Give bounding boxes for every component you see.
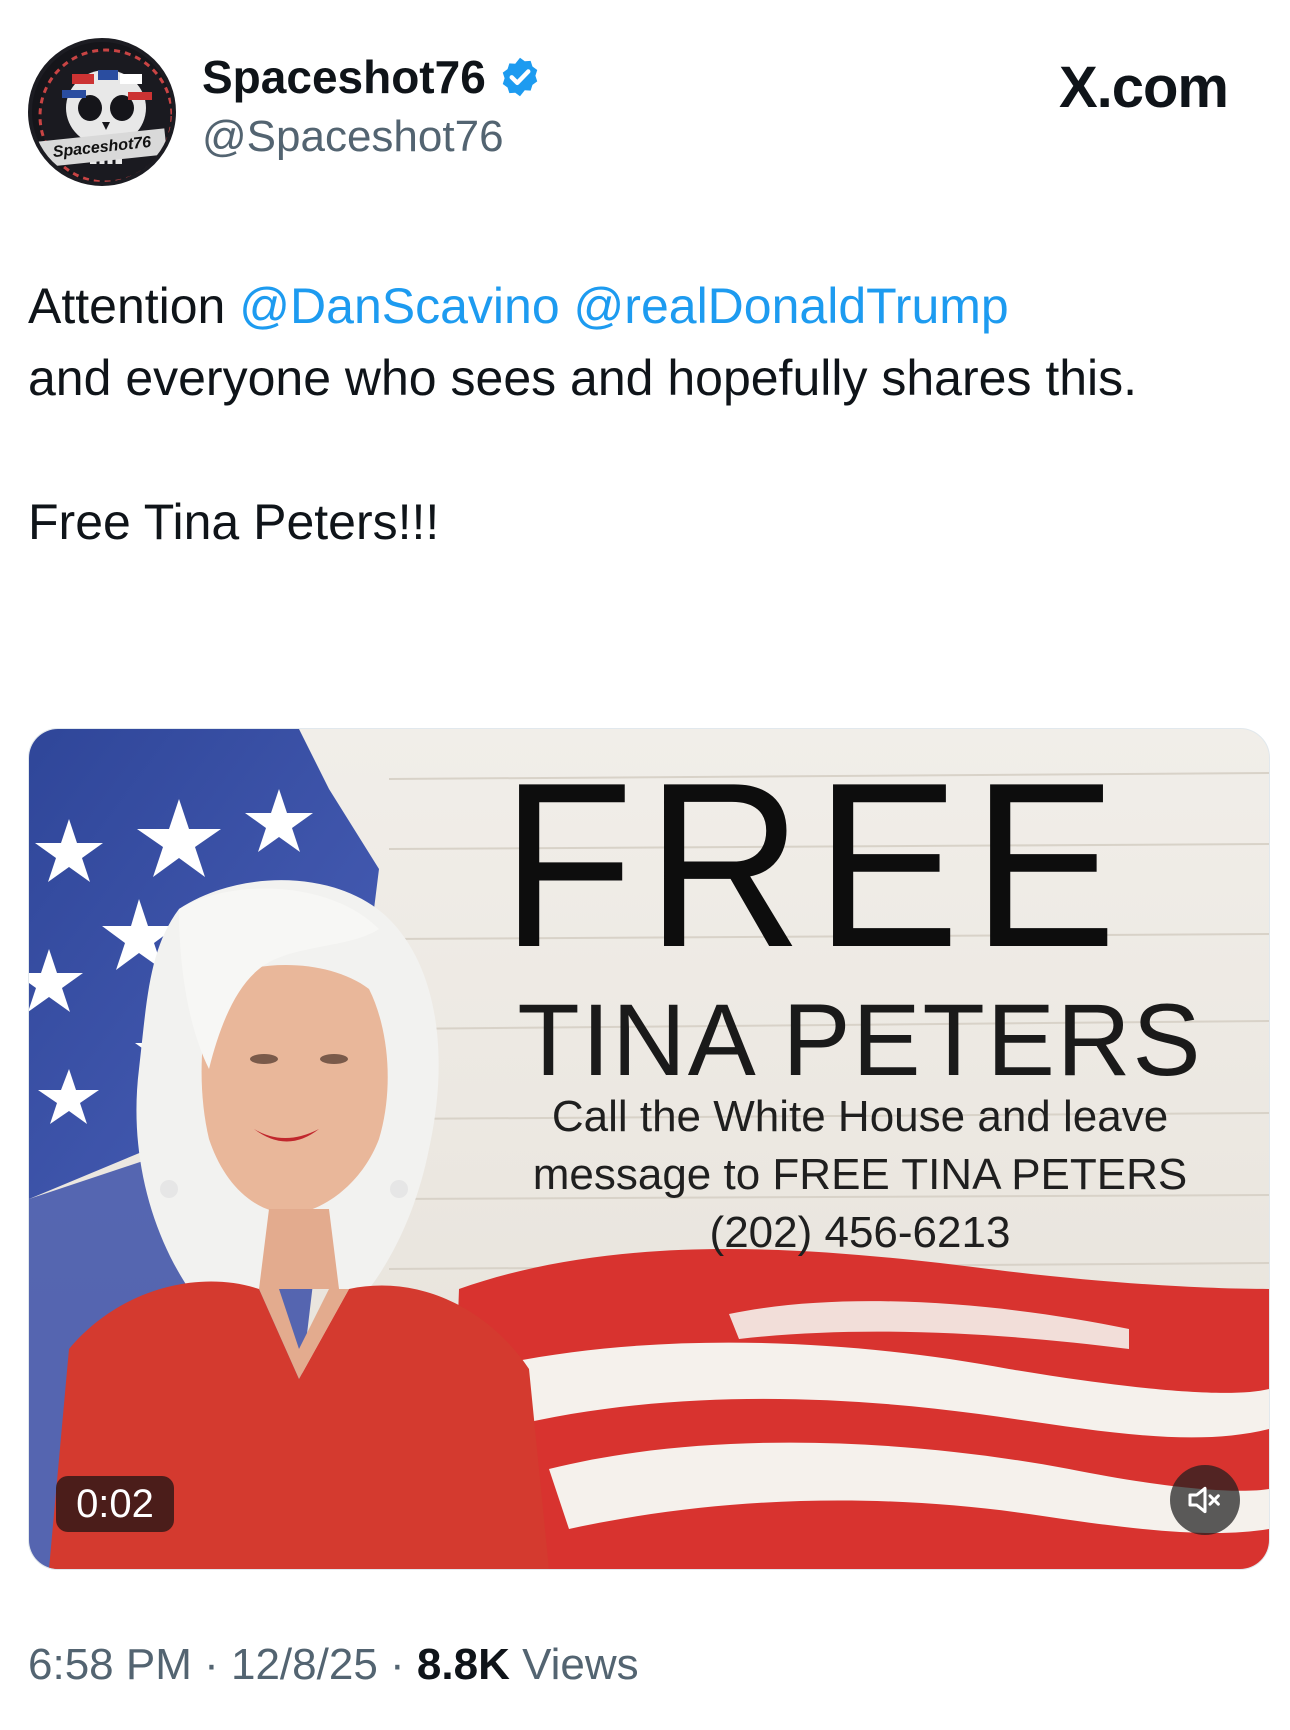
meta-separator: · xyxy=(377,1640,417,1689)
headline-name: TINA PETERS xyxy=(517,983,1203,1097)
tweet-text: Attention @DanScavino @realDonaldTrump an… xyxy=(28,270,1258,558)
verified-badge-icon xyxy=(503,57,538,97)
phone-number: (202) 456-6213 xyxy=(709,1208,1011,1257)
mention-link[interactable]: @realDonaldTrump xyxy=(574,278,1009,334)
tweet-paragraph-1: Attention @DanScavino @realDonaldTrump an… xyxy=(28,270,1258,414)
headline-subtext: Call the White House and leave message t… xyxy=(500,1088,1220,1262)
display-name[interactable]: Spaceshot76 xyxy=(202,50,486,104)
mention-link[interactable]: @DanScavino xyxy=(239,278,559,334)
headline-free: FREE xyxy=(501,733,1130,996)
x-brand-logo: X.com xyxy=(1058,54,1229,121)
speaker-muted-icon xyxy=(1188,1486,1220,1514)
user-handle[interactable]: @Spaceshot76 xyxy=(202,112,542,162)
tweet-paragraph-2: Free Tina Peters!!! xyxy=(28,494,440,550)
video-duration-badge: 0:02 xyxy=(56,1476,174,1532)
tweet-text-prefix: Attention xyxy=(28,278,240,334)
subtext-line-2: message to FREE TINA PETERS xyxy=(532,1150,1188,1199)
tweet-date[interactable]: 12/8/25 xyxy=(231,1640,378,1689)
user-name-block: Spaceshot76 @Spaceshot76 xyxy=(202,50,542,162)
tweet-time[interactable]: 6:58 PM xyxy=(28,1640,192,1689)
avatar[interactable]: Spaceshot76 xyxy=(28,38,176,186)
views-label: Views xyxy=(509,1640,639,1689)
tweet-text-rest: and everyone who sees and hopefully shar… xyxy=(28,350,1138,406)
brand-text: X.com xyxy=(1058,55,1229,120)
mute-button[interactable] xyxy=(1170,1465,1240,1535)
tweet-header: Spaceshot76 Spaceshot76 @Spaceshot76 X.c… xyxy=(28,38,1258,188)
views-count: 8.8K xyxy=(416,1640,510,1689)
tweet-metadata: 6:58 PM · 12/8/25 · 8.8K Views xyxy=(28,1640,639,1690)
subtext-line-1: Call the White House and leave xyxy=(551,1092,1169,1141)
meta-separator: · xyxy=(191,1640,231,1689)
